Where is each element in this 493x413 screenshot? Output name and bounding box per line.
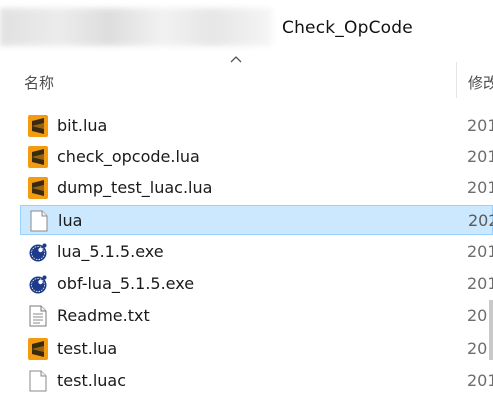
column-header-bar: 名称 xyxy=(0,60,493,100)
file-date: 201 xyxy=(467,147,493,166)
file-row[interactable]: test.luac 201 xyxy=(20,366,493,396)
file-name: lua_5.1.5.exe xyxy=(57,242,164,261)
sublime-file-icon xyxy=(28,338,48,360)
sublime-file-icon-glyph xyxy=(28,115,48,137)
file-row[interactable]: bit.lua 201 xyxy=(20,111,493,141)
file-name: check_opcode.lua xyxy=(57,147,200,166)
lua-exe-icon xyxy=(28,273,48,295)
current-folder-name[interactable]: Check_OpCode xyxy=(282,18,413,38)
file-name: test.luac xyxy=(57,371,126,390)
address-bar[interactable]: Check_OpCode xyxy=(0,0,493,60)
vertical-scrollbar[interactable] xyxy=(489,300,493,360)
file-row[interactable]: test.lua 201 xyxy=(20,334,493,364)
file-date: 201 xyxy=(467,274,493,293)
blank-file-icon-glyph xyxy=(30,210,48,232)
file-row[interactable]: Readme.txt 201 xyxy=(20,301,493,331)
file-name: lua xyxy=(58,211,83,230)
file-row[interactable]: check_opcode.lua 201 xyxy=(20,142,493,172)
file-name: test.lua xyxy=(57,339,118,358)
file-row[interactable]: dump_test_luac.lua 201 xyxy=(20,173,493,203)
file-row[interactable]: obf-lua_5.1.5.exe 201 xyxy=(20,269,493,299)
file-date: 201 xyxy=(467,371,493,390)
sublime-file-icon xyxy=(28,177,48,199)
file-date: 201 xyxy=(467,178,493,197)
sublime-file-icon-glyph xyxy=(28,146,48,168)
lua-exe-icon xyxy=(28,241,48,263)
sublime-file-icon xyxy=(28,146,48,168)
blank-file-icon-glyph xyxy=(29,370,47,392)
blank-file-icon xyxy=(29,210,49,232)
column-header-name[interactable]: 名称 xyxy=(24,72,54,93)
file-name: obf-lua_5.1.5.exe xyxy=(57,274,195,293)
column-header-modified[interactable]: 修改 xyxy=(468,72,493,93)
sublime-file-icon xyxy=(28,115,48,137)
file-name: bit.lua xyxy=(57,116,108,135)
blurred-path-segment xyxy=(0,8,272,46)
column-separator[interactable] xyxy=(456,62,457,98)
file-date: 201 xyxy=(467,242,493,261)
blank-file-icon xyxy=(28,370,48,392)
text-file-icon xyxy=(28,305,48,327)
file-name: Readme.txt xyxy=(57,306,150,325)
file-row-selected[interactable]: lua 202 xyxy=(20,205,493,235)
sublime-file-icon-glyph xyxy=(28,177,48,199)
file-row[interactable]: lua_5.1.5.exe 201 xyxy=(20,237,493,267)
file-date: 202 xyxy=(468,211,493,230)
lua-exe-icon-glyph xyxy=(29,275,47,294)
lua-exe-icon-glyph xyxy=(29,243,47,262)
file-name: dump_test_luac.lua xyxy=(57,178,213,197)
text-file-icon-glyph xyxy=(29,305,47,327)
file-date: 201 xyxy=(467,116,493,135)
sort-up-icon xyxy=(230,56,242,63)
sublime-file-icon-glyph xyxy=(28,338,48,360)
